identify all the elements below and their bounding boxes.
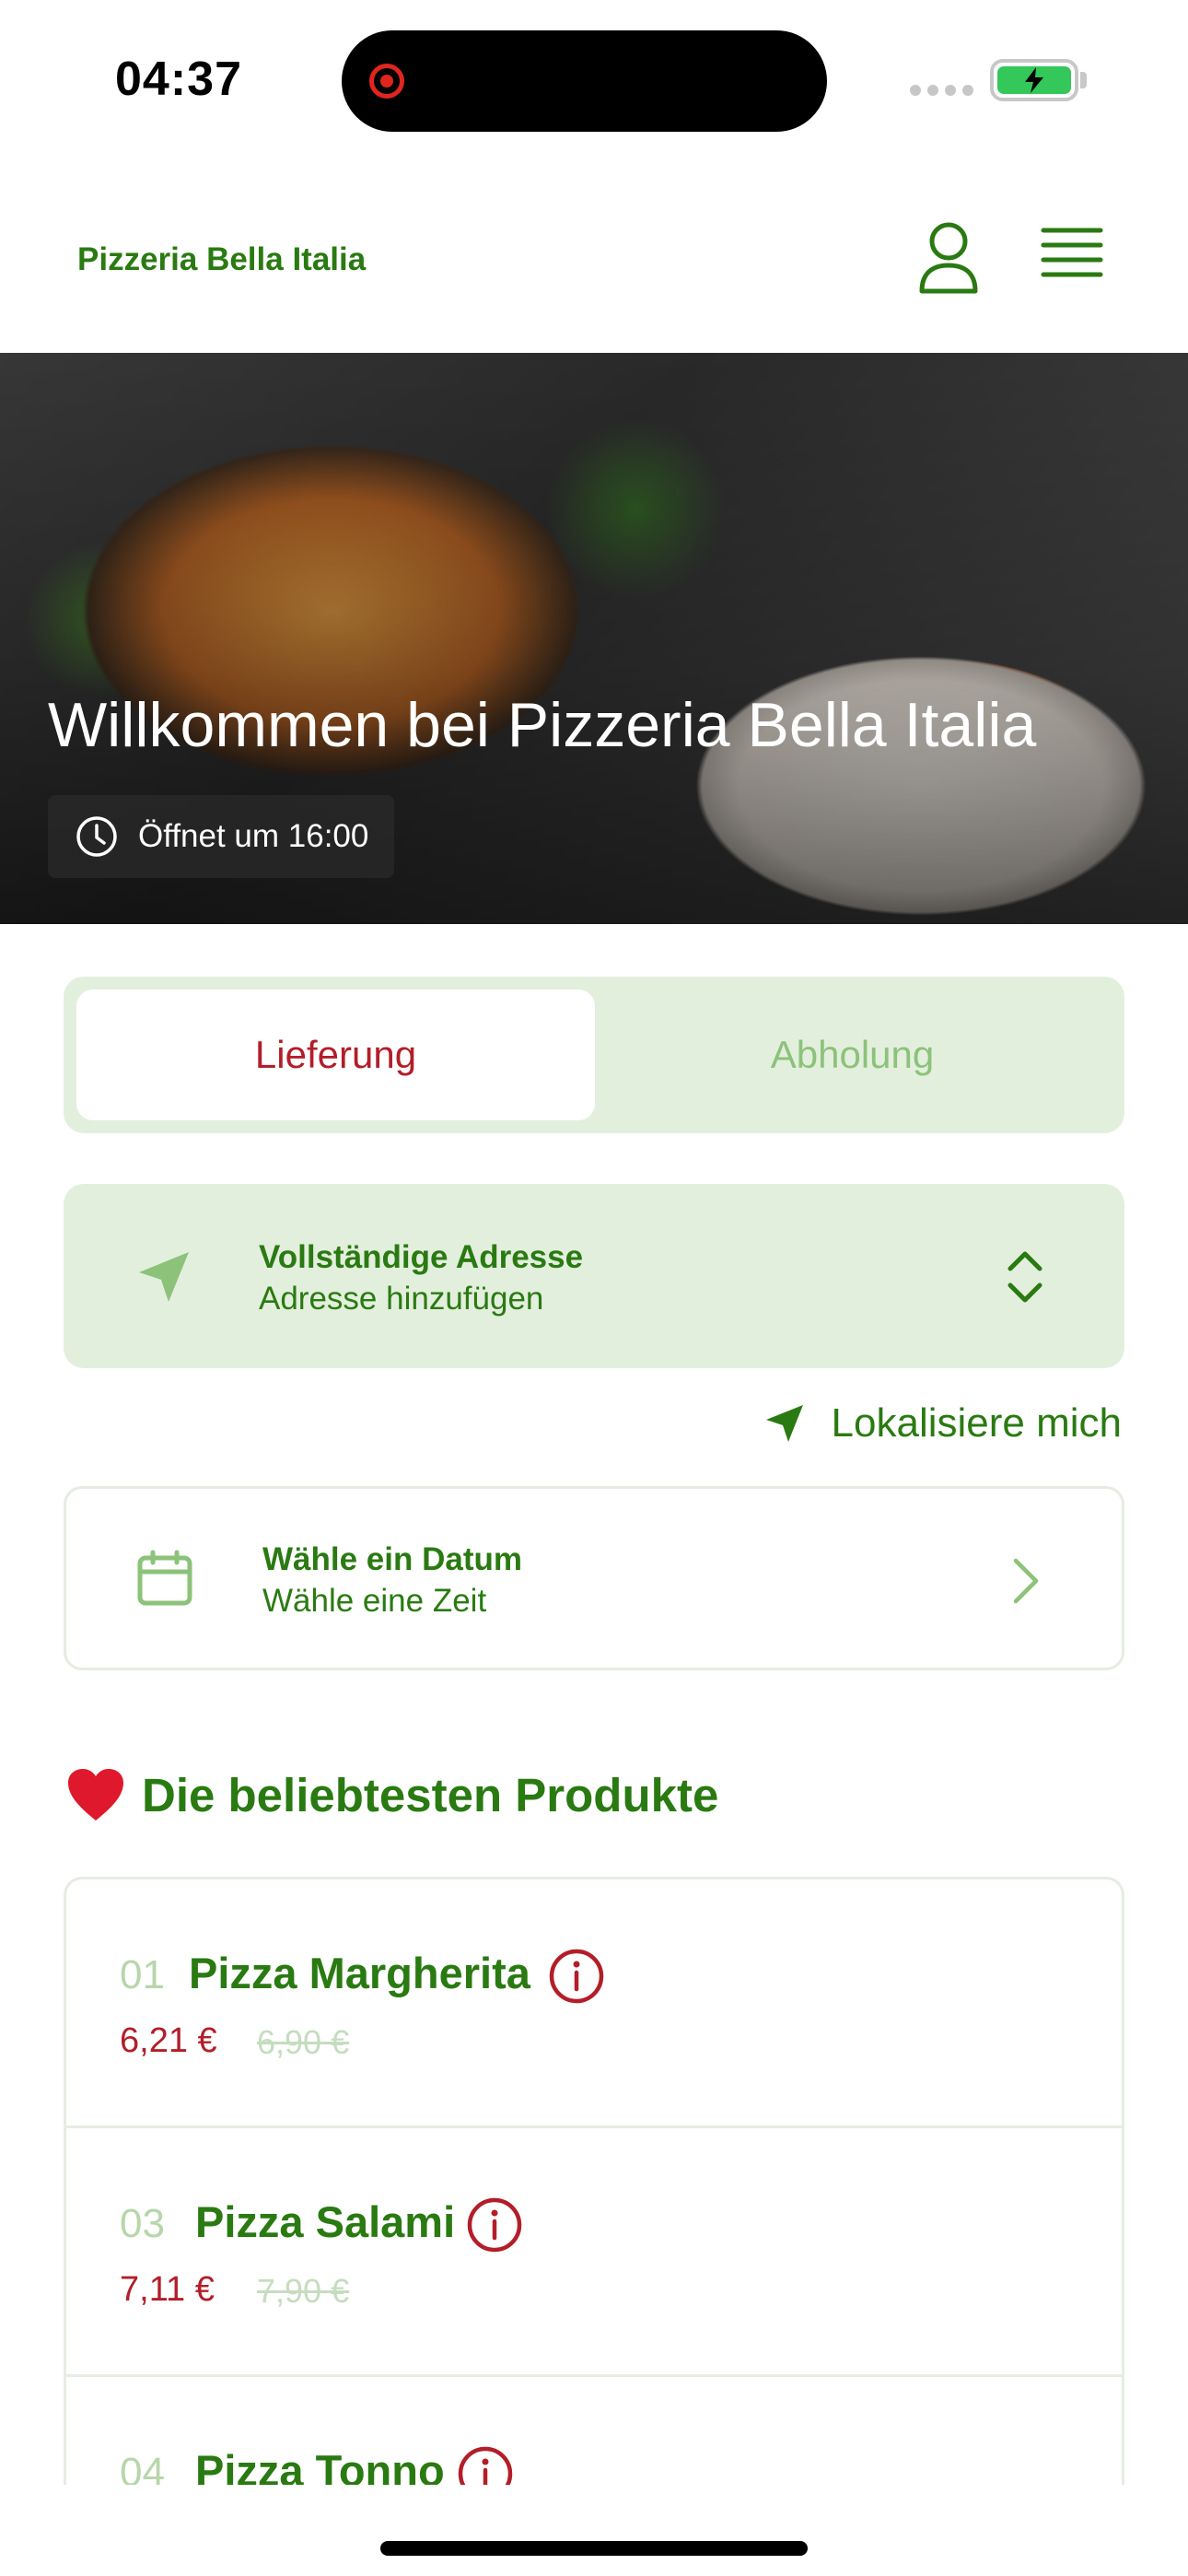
- battery-icon: [990, 59, 1078, 101]
- status-bar: 04:37: [0, 0, 1188, 157]
- product-price: 6,21 €: [120, 2021, 217, 2060]
- tab-pickup[interactable]: Abholung: [593, 989, 1112, 1120]
- product-item[interactable]: 01 Pizza Margherita 6,21 € 6,90 €: [66, 1879, 1122, 2128]
- opening-hours-badge: Öffnet um 16:00: [48, 795, 395, 878]
- product-name: Pizza Tonno: [195, 2446, 445, 2485]
- product-number: 04: [120, 2450, 165, 2485]
- tab-delivery[interactable]: Lieferung: [76, 989, 595, 1120]
- locate-me-label: Lokalisiere mich: [831, 1400, 1122, 1446]
- heart-icon: [68, 1769, 123, 1821]
- locate-me-button[interactable]: Lokalisiere mich: [763, 1400, 1122, 1446]
- chevron-up-down-icon: [1007, 1251, 1042, 1303]
- user-account-icon[interactable]: [916, 221, 981, 295]
- status-time: 04:37: [115, 53, 242, 106]
- product-name: Pizza Margherita: [189, 1949, 530, 1997]
- address-title: Vollständige Adresse: [259, 1239, 584, 1275]
- chevron-right-icon: [1013, 1558, 1039, 1604]
- info-icon[interactable]: [466, 2196, 523, 2254]
- product-item[interactable]: 04 Pizza Tonno: [66, 2377, 1122, 2485]
- schedule-time-subtitle: Wähle eine Zeit: [262, 1583, 487, 1619]
- product-number: 03: [120, 2201, 165, 2246]
- schedule-selector[interactable]: Wähle ein Datum Wähle eine Zeit: [64, 1486, 1124, 1670]
- recording-indicator-icon: [369, 64, 404, 99]
- app-header: Pizzeria Bella Italia: [0, 157, 1188, 353]
- info-icon[interactable]: [457, 2445, 514, 2485]
- address-selector[interactable]: Vollständige Adresse Adresse hinzufügen: [64, 1184, 1124, 1368]
- product-old-price: 6,90 €: [257, 2023, 350, 2061]
- schedule-date-title: Wähle ein Datum: [262, 1541, 522, 1577]
- order-mode-toggle: Lieferung Abholung: [64, 977, 1124, 1133]
- calendar-icon: [137, 1550, 192, 1606]
- address-subtitle: Adresse hinzufügen: [259, 1281, 544, 1317]
- hero-title: Willkommen bei Pizzeria Bella Italia: [48, 690, 1037, 760]
- product-price: 7,11 €: [120, 2270, 215, 2309]
- product-name: Pizza Salami: [195, 2197, 456, 2246]
- navigation-arrow-icon: [139, 1252, 189, 1302]
- location-arrow-icon: [765, 1405, 803, 1442]
- hero-banner: Willkommen bei Pizzeria Bella Italia Öff…: [0, 353, 1188, 924]
- clock-icon: [76, 816, 117, 857]
- signal-icon: [910, 85, 973, 96]
- info-icon[interactable]: [548, 1948, 605, 2005]
- dynamic-island: [342, 30, 827, 132]
- product-old-price: 7,90 €: [257, 2272, 350, 2310]
- product-number: 01: [120, 1952, 165, 1997]
- product-item[interactable]: 03 Pizza Salami 7,11 € 7,90 €: [66, 2128, 1122, 2377]
- hamburger-menu-icon[interactable]: [1041, 227, 1103, 284]
- home-indicator[interactable]: [380, 2541, 808, 2556]
- popular-products-list: 01 Pizza Margherita 6,21 € 6,90 € 03 Piz…: [64, 1877, 1124, 2485]
- opening-hours-text: Öffnet um 16:00: [138, 818, 369, 854]
- brand-name[interactable]: Pizzeria Bella Italia: [77, 241, 366, 278]
- popular-products-title: Die beliebtesten Produkte: [142, 1768, 719, 1821]
- popular-products-heading: Die beliebtesten Produkte: [66, 1767, 718, 1822]
